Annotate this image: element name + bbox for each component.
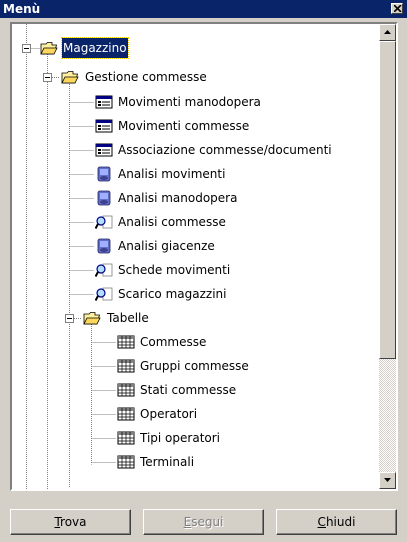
chiudi-button[interactable]: Chiudi xyxy=(276,509,397,535)
window-title: Menù xyxy=(3,2,41,16)
title-bar[interactable]: Menù xyxy=(0,0,407,18)
scroll-thumb[interactable] xyxy=(379,41,396,359)
tree-label: Operatori xyxy=(140,407,198,421)
tree-label: Terminali xyxy=(140,455,195,469)
form-icon xyxy=(95,95,113,109)
tree-label: Analisi manodopera xyxy=(118,191,238,205)
form-icon xyxy=(95,143,113,157)
tree-label: Stati commesse xyxy=(140,383,237,397)
report-icon xyxy=(95,215,113,229)
arrow-up-icon xyxy=(384,30,391,34)
tree-label: Gestione commesse xyxy=(85,70,207,84)
table-icon xyxy=(117,335,135,349)
collapse-toggle-tabelle[interactable] xyxy=(65,314,74,323)
chiudi-label: hiudi xyxy=(325,515,356,529)
tree-label: Magazzino xyxy=(61,37,129,59)
table-icon xyxy=(117,359,135,373)
analysis-icon xyxy=(97,166,111,182)
folder-open-icon xyxy=(40,42,58,55)
tree-label: Tabelle xyxy=(107,311,149,325)
tree-label: Analisi movimenti xyxy=(118,167,226,181)
trova-label: rova xyxy=(60,515,87,529)
analysis-icon xyxy=(97,190,111,206)
tree-label: Movimenti manodopera xyxy=(118,95,261,109)
menu-tree: Magazzino Gestione commesse Movimenti ma… xyxy=(10,22,398,491)
chiudi-accel: C xyxy=(317,515,326,529)
vertical-scrollbar[interactable] xyxy=(379,24,396,489)
table-icon xyxy=(117,431,135,445)
table-icon xyxy=(117,383,135,397)
menu-window: Menù Magazzino Gestione commesse Movimen… xyxy=(0,0,407,542)
collapse-toggle-gestione-commesse[interactable] xyxy=(43,73,52,82)
report-icon xyxy=(95,263,113,277)
tree-label: Gruppi commesse xyxy=(140,359,249,373)
close-button[interactable] xyxy=(391,3,403,14)
arrow-down-icon xyxy=(384,478,391,482)
analysis-icon xyxy=(97,238,111,254)
tree-label: Associazione commesse/documenti xyxy=(118,143,332,157)
esegui-label: segui xyxy=(191,515,224,529)
form-icon xyxy=(95,119,113,133)
scroll-down-button[interactable] xyxy=(379,472,396,489)
report-icon xyxy=(95,287,113,301)
tree-label: Tipi operatori xyxy=(140,431,221,445)
close-icon xyxy=(394,5,402,12)
tree-label: Analisi giacenze xyxy=(118,239,215,253)
tree-label: Analisi commesse xyxy=(118,215,226,229)
tree-label: Movimenti commesse xyxy=(118,119,250,133)
tree-view[interactable]: Magazzino Gestione commesse Movimenti ma… xyxy=(12,24,379,489)
folder-open-icon xyxy=(83,312,101,325)
scroll-up-button[interactable] xyxy=(379,24,396,41)
table-icon xyxy=(117,407,135,421)
trova-button[interactable]: Trova xyxy=(10,509,131,535)
folder-open-icon xyxy=(61,71,79,84)
tree-label: Schede movimenti xyxy=(118,263,231,277)
table-icon xyxy=(117,455,135,469)
tree-label: Scarico magazzini xyxy=(118,287,227,301)
tree-label: Commesse xyxy=(140,335,207,349)
esegui-button[interactable]: Esegui xyxy=(143,509,264,535)
collapse-toggle-magazzino[interactable] xyxy=(22,44,31,53)
